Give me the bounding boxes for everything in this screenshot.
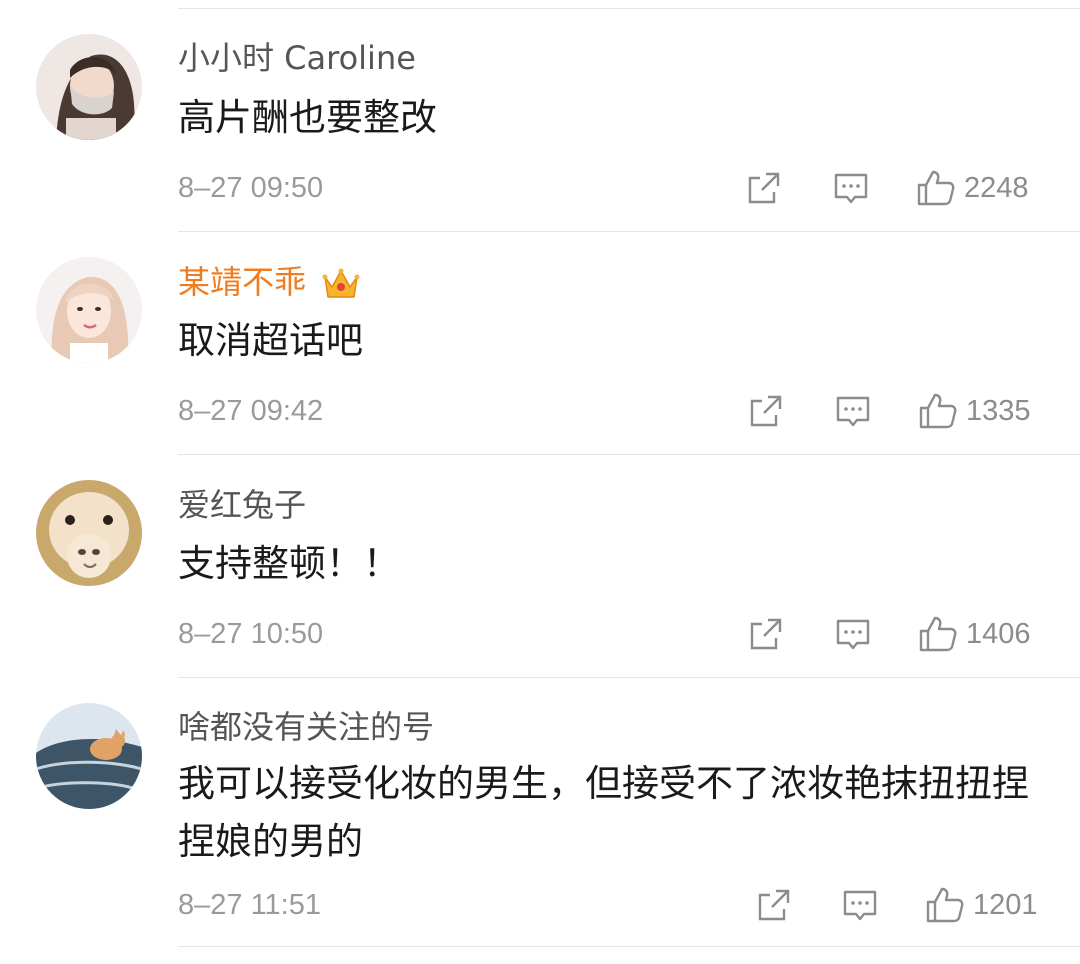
username-text: 爱红兔子 [178, 486, 307, 524]
like-count: 1406 [966, 617, 1031, 650]
like-button[interactable]: 1201 [925, 885, 1038, 925]
comment-meta: 8–27 11:51 1201 [178, 883, 1044, 927]
comment-icon [836, 396, 870, 427]
comment-icon [834, 173, 868, 204]
comment-feed: 小小时 Caroline 高片酬也要整改 8–27 09:50 2248 某靖不… [0, 0, 1080, 964]
reply-button[interactable] [833, 168, 869, 208]
share-icon [750, 395, 782, 427]
user-avatar[interactable] [36, 34, 142, 140]
divider [178, 677, 1080, 678]
comment-time: 8–27 11:51 [178, 889, 321, 921]
comment-icon [836, 619, 870, 650]
crown-icon [322, 268, 360, 298]
user-avatar[interactable] [36, 257, 142, 363]
like-count: 2248 [964, 171, 1029, 204]
like-button[interactable]: 1406 [918, 614, 1031, 654]
avatar-cat-car-image [36, 703, 142, 809]
username-text: 某靖不乖 [178, 263, 307, 301]
share-button[interactable] [748, 391, 784, 431]
share-icon [748, 172, 780, 204]
like-button[interactable]: 1335 [918, 391, 1031, 431]
username[interactable]: 啥都没有关注的号 [178, 707, 434, 747]
like-count: 1335 [966, 394, 1031, 427]
comment-time: 8–27 10:50 [178, 618, 324, 650]
avatar-woman-mask-image [36, 34, 142, 140]
username[interactable]: 小小时 Caroline [178, 38, 416, 78]
username-text: 小小时 Caroline [178, 39, 416, 77]
user-avatar[interactable] [36, 703, 142, 809]
reply-button[interactable] [842, 885, 878, 925]
divider [178, 231, 1080, 232]
comment-text: 我可以接受化妆的男生，但接受不了浓妆艳抹扭扭捏捏娘的男的 [178, 762, 1029, 863]
username[interactable]: 某靖不乖 [178, 262, 360, 302]
comment-text: 高片酬也要整改 [178, 96, 437, 139]
avatar-alpaca-image [36, 480, 142, 586]
reply-button[interactable] [835, 614, 871, 654]
divider [178, 8, 1080, 9]
comment-meta: 8–27 10:50 1406 [178, 612, 1044, 656]
share-button[interactable] [746, 168, 782, 208]
divider [178, 946, 1080, 947]
comment-meta: 8–27 09:50 2248 [178, 166, 1044, 210]
comment-icon [843, 890, 877, 921]
share-icon [750, 618, 782, 650]
share-icon [758, 889, 790, 921]
avatar-blonde-girl-image [36, 257, 142, 363]
share-button[interactable] [756, 885, 792, 925]
thumbs-up-icon [926, 887, 964, 923]
thumbs-up-icon [919, 393, 957, 429]
comment-text: 取消超话吧 [178, 319, 363, 362]
thumbs-up-icon [919, 616, 957, 652]
comment-time: 8–27 09:42 [178, 395, 324, 427]
share-button[interactable] [748, 614, 784, 654]
like-count: 1201 [973, 888, 1038, 921]
thumbs-up-icon [917, 170, 955, 206]
divider [178, 454, 1080, 455]
username-text: 啥都没有关注的号 [178, 708, 435, 746]
comment-meta: 8–27 09:42 1335 [178, 389, 1044, 433]
user-avatar[interactable] [36, 480, 142, 586]
reply-button[interactable] [835, 391, 871, 431]
comment-text: 支持整顿！！ [178, 542, 400, 585]
comment-time: 8–27 09:50 [178, 172, 324, 204]
username[interactable]: 爱红兔子 [178, 485, 306, 525]
like-button[interactable]: 2248 [916, 168, 1029, 208]
